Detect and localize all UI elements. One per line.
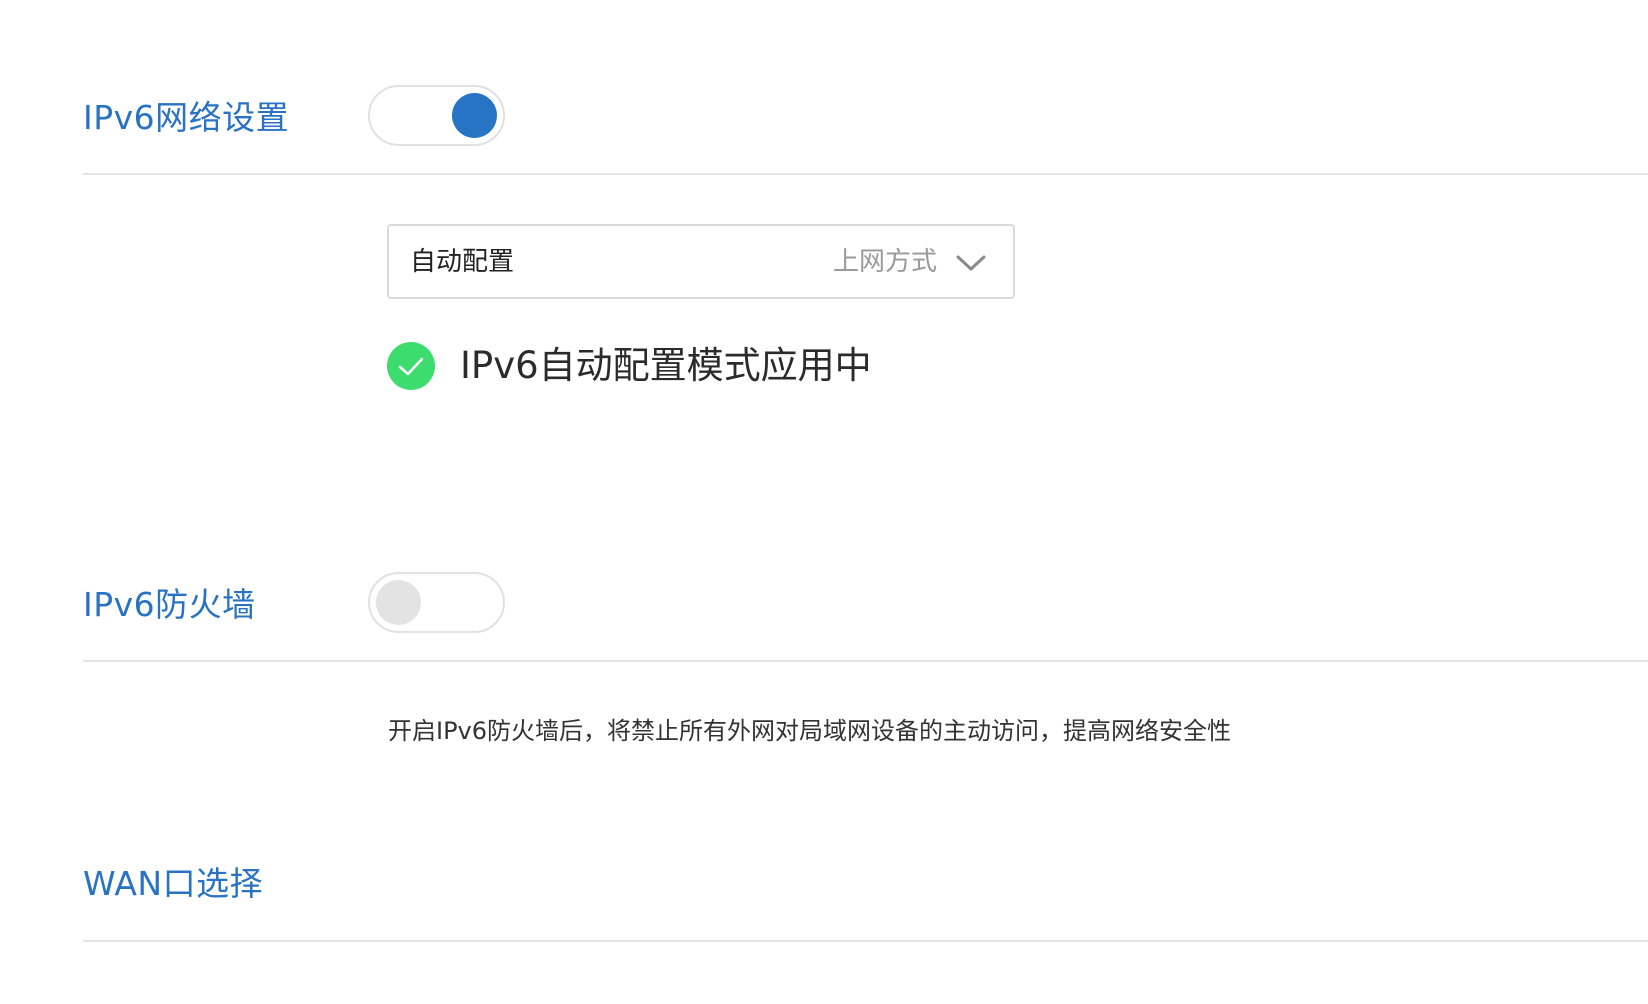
check-circle-icon	[387, 342, 435, 390]
ipv6-network-title: IPv6网络设置	[83, 98, 290, 137]
ipv6-network-toggle[interactable]	[368, 85, 505, 146]
ipv6-status-text: IPv6自动配置模式应用中	[460, 344, 872, 387]
divider	[83, 173, 1648, 175]
wan-port-title[interactable]: WAN口选择	[83, 864, 263, 904]
divider	[83, 940, 1648, 942]
connection-mode-select[interactable]: 自动配置 上网方式	[387, 224, 1015, 299]
ipv6-firewall-description: 开启IPv6防火墙后，将禁止所有外网对局域网设备的主动访问，提高网络安全性	[388, 717, 1232, 745]
connection-mode-hint: 上网方式	[832, 247, 937, 277]
divider	[83, 660, 1648, 662]
connection-mode-value: 自动配置	[410, 247, 515, 277]
chevron-down-icon	[956, 255, 986, 271]
ipv6-firewall-toggle[interactable]	[368, 572, 505, 633]
toggle-knob	[376, 580, 421, 625]
toggle-knob	[452, 93, 497, 138]
ipv6-settings-page: IPv6网络设置 自动配置 上网方式 IPv6自动配置模式应用中 IPv6防火墙…	[0, 0, 1648, 1004]
ipv6-firewall-title: IPv6防火墙	[83, 585, 256, 624]
